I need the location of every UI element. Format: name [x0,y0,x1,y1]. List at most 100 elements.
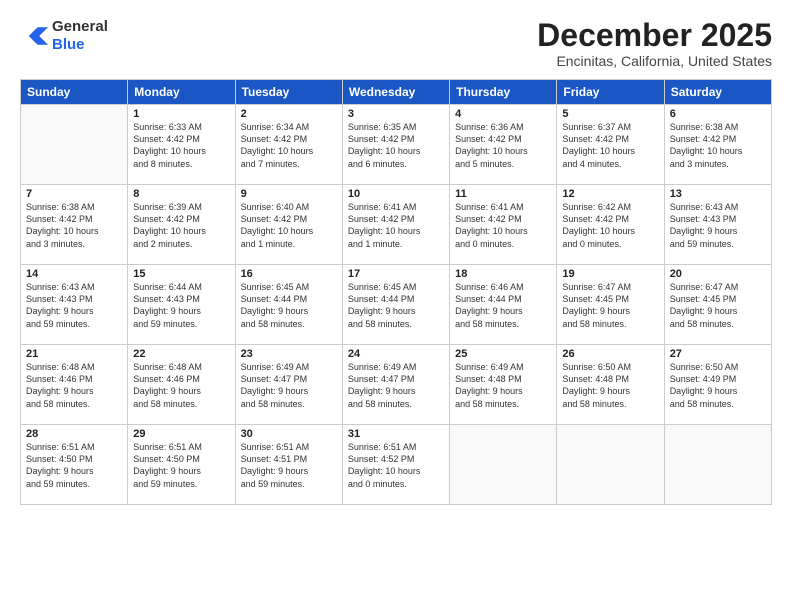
day-of-week-header: Saturday [664,80,771,105]
day-info: Sunrise: 6:51 AM Sunset: 4:52 PM Dayligh… [348,441,444,490]
calendar-cell: 15Sunrise: 6:44 AM Sunset: 4:43 PM Dayli… [128,265,235,345]
calendar-cell: 8Sunrise: 6:39 AM Sunset: 4:42 PM Daylig… [128,185,235,265]
calendar-week-row: 28Sunrise: 6:51 AM Sunset: 4:50 PM Dayli… [21,425,772,505]
day-info: Sunrise: 6:51 AM Sunset: 4:50 PM Dayligh… [26,441,122,490]
day-number: 7 [26,188,122,200]
logo-icon [20,22,48,50]
day-number: 26 [562,348,658,360]
day-number: 1 [133,108,229,120]
calendar-cell: 24Sunrise: 6:49 AM Sunset: 4:47 PM Dayli… [342,345,449,425]
calendar-cell: 9Sunrise: 6:40 AM Sunset: 4:42 PM Daylig… [235,185,342,265]
day-number: 13 [670,188,766,200]
calendar-cell: 23Sunrise: 6:49 AM Sunset: 4:47 PM Dayli… [235,345,342,425]
day-info: Sunrise: 6:41 AM Sunset: 4:42 PM Dayligh… [455,201,551,250]
day-info: Sunrise: 6:45 AM Sunset: 4:44 PM Dayligh… [241,281,337,330]
day-number: 23 [241,348,337,360]
calendar-cell: 7Sunrise: 6:38 AM Sunset: 4:42 PM Daylig… [21,185,128,265]
calendar-cell: 30Sunrise: 6:51 AM Sunset: 4:51 PM Dayli… [235,425,342,505]
day-info: Sunrise: 6:47 AM Sunset: 4:45 PM Dayligh… [670,281,766,330]
day-number: 6 [670,108,766,120]
calendar-week-row: 21Sunrise: 6:48 AM Sunset: 4:46 PM Dayli… [21,345,772,425]
main-title: December 2025 [537,18,772,53]
day-info: Sunrise: 6:50 AM Sunset: 4:49 PM Dayligh… [670,361,766,410]
calendar-cell: 26Sunrise: 6:50 AM Sunset: 4:48 PM Dayli… [557,345,664,425]
day-number: 17 [348,268,444,280]
day-number: 25 [455,348,551,360]
day-info: Sunrise: 6:38 AM Sunset: 4:42 PM Dayligh… [26,201,122,250]
calendar-cell: 14Sunrise: 6:43 AM Sunset: 4:43 PM Dayli… [21,265,128,345]
day-number: 18 [455,268,551,280]
days-of-week-row: SundayMondayTuesdayWednesdayThursdayFrid… [21,80,772,105]
day-info: Sunrise: 6:39 AM Sunset: 4:42 PM Dayligh… [133,201,229,250]
day-info: Sunrise: 6:48 AM Sunset: 4:46 PM Dayligh… [26,361,122,410]
calendar-cell: 3Sunrise: 6:35 AM Sunset: 4:42 PM Daylig… [342,105,449,185]
day-number: 14 [26,268,122,280]
day-of-week-header: Monday [128,80,235,105]
day-number: 21 [26,348,122,360]
calendar-cell: 12Sunrise: 6:42 AM Sunset: 4:42 PM Dayli… [557,185,664,265]
calendar-cell: 11Sunrise: 6:41 AM Sunset: 4:42 PM Dayli… [450,185,557,265]
day-info: Sunrise: 6:47 AM Sunset: 4:45 PM Dayligh… [562,281,658,330]
day-number: 29 [133,428,229,440]
day-number: 30 [241,428,337,440]
logo-text: General Blue [52,18,108,54]
day-info: Sunrise: 6:40 AM Sunset: 4:42 PM Dayligh… [241,201,337,250]
title-block: December 2025 Encinitas, California, Uni… [537,18,772,69]
day-number: 27 [670,348,766,360]
calendar-cell: 13Sunrise: 6:43 AM Sunset: 4:43 PM Dayli… [664,185,771,265]
day-of-week-header: Sunday [21,80,128,105]
day-number: 20 [670,268,766,280]
calendar-cell: 28Sunrise: 6:51 AM Sunset: 4:50 PM Dayli… [21,425,128,505]
day-number: 22 [133,348,229,360]
calendar-cell: 22Sunrise: 6:48 AM Sunset: 4:46 PM Dayli… [128,345,235,425]
calendar-cell: 10Sunrise: 6:41 AM Sunset: 4:42 PM Dayli… [342,185,449,265]
calendar-cell: 16Sunrise: 6:45 AM Sunset: 4:44 PM Dayli… [235,265,342,345]
header: General Blue December 2025 Encinitas, Ca… [20,18,772,69]
day-number: 19 [562,268,658,280]
calendar-cell: 25Sunrise: 6:49 AM Sunset: 4:48 PM Dayli… [450,345,557,425]
calendar-cell: 27Sunrise: 6:50 AM Sunset: 4:49 PM Dayli… [664,345,771,425]
day-info: Sunrise: 6:43 AM Sunset: 4:43 PM Dayligh… [26,281,122,330]
calendar-table: SundayMondayTuesdayWednesdayThursdayFrid… [20,79,772,505]
day-info: Sunrise: 6:35 AM Sunset: 4:42 PM Dayligh… [348,121,444,170]
page: General Blue December 2025 Encinitas, Ca… [0,0,792,612]
day-number: 24 [348,348,444,360]
day-number: 5 [562,108,658,120]
calendar-cell: 31Sunrise: 6:51 AM Sunset: 4:52 PM Dayli… [342,425,449,505]
calendar-cell [664,425,771,505]
calendar-header: SundayMondayTuesdayWednesdayThursdayFrid… [21,80,772,105]
logo-blue: Blue [52,36,108,54]
day-info: Sunrise: 6:51 AM Sunset: 4:50 PM Dayligh… [133,441,229,490]
day-of-week-header: Thursday [450,80,557,105]
calendar-cell [557,425,664,505]
calendar-cell [450,425,557,505]
day-info: Sunrise: 6:49 AM Sunset: 4:48 PM Dayligh… [455,361,551,410]
day-info: Sunrise: 6:50 AM Sunset: 4:48 PM Dayligh… [562,361,658,410]
day-number: 12 [562,188,658,200]
day-info: Sunrise: 6:44 AM Sunset: 4:43 PM Dayligh… [133,281,229,330]
day-info: Sunrise: 6:41 AM Sunset: 4:42 PM Dayligh… [348,201,444,250]
day-number: 15 [133,268,229,280]
calendar-cell: 2Sunrise: 6:34 AM Sunset: 4:42 PM Daylig… [235,105,342,185]
day-info: Sunrise: 6:38 AM Sunset: 4:42 PM Dayligh… [670,121,766,170]
day-info: Sunrise: 6:33 AM Sunset: 4:42 PM Dayligh… [133,121,229,170]
calendar-cell: 6Sunrise: 6:38 AM Sunset: 4:42 PM Daylig… [664,105,771,185]
day-info: Sunrise: 6:36 AM Sunset: 4:42 PM Dayligh… [455,121,551,170]
day-info: Sunrise: 6:45 AM Sunset: 4:44 PM Dayligh… [348,281,444,330]
day-number: 10 [348,188,444,200]
day-info: Sunrise: 6:34 AM Sunset: 4:42 PM Dayligh… [241,121,337,170]
logo: General Blue [20,18,108,54]
calendar-cell: 4Sunrise: 6:36 AM Sunset: 4:42 PM Daylig… [450,105,557,185]
day-info: Sunrise: 6:46 AM Sunset: 4:44 PM Dayligh… [455,281,551,330]
day-number: 9 [241,188,337,200]
day-info: Sunrise: 6:43 AM Sunset: 4:43 PM Dayligh… [670,201,766,250]
calendar-cell: 21Sunrise: 6:48 AM Sunset: 4:46 PM Dayli… [21,345,128,425]
day-info: Sunrise: 6:51 AM Sunset: 4:51 PM Dayligh… [241,441,337,490]
day-info: Sunrise: 6:48 AM Sunset: 4:46 PM Dayligh… [133,361,229,410]
calendar-week-row: 1Sunrise: 6:33 AM Sunset: 4:42 PM Daylig… [21,105,772,185]
calendar-cell: 18Sunrise: 6:46 AM Sunset: 4:44 PM Dayli… [450,265,557,345]
day-number: 16 [241,268,337,280]
calendar-week-row: 14Sunrise: 6:43 AM Sunset: 4:43 PM Dayli… [21,265,772,345]
day-number: 4 [455,108,551,120]
day-number: 8 [133,188,229,200]
